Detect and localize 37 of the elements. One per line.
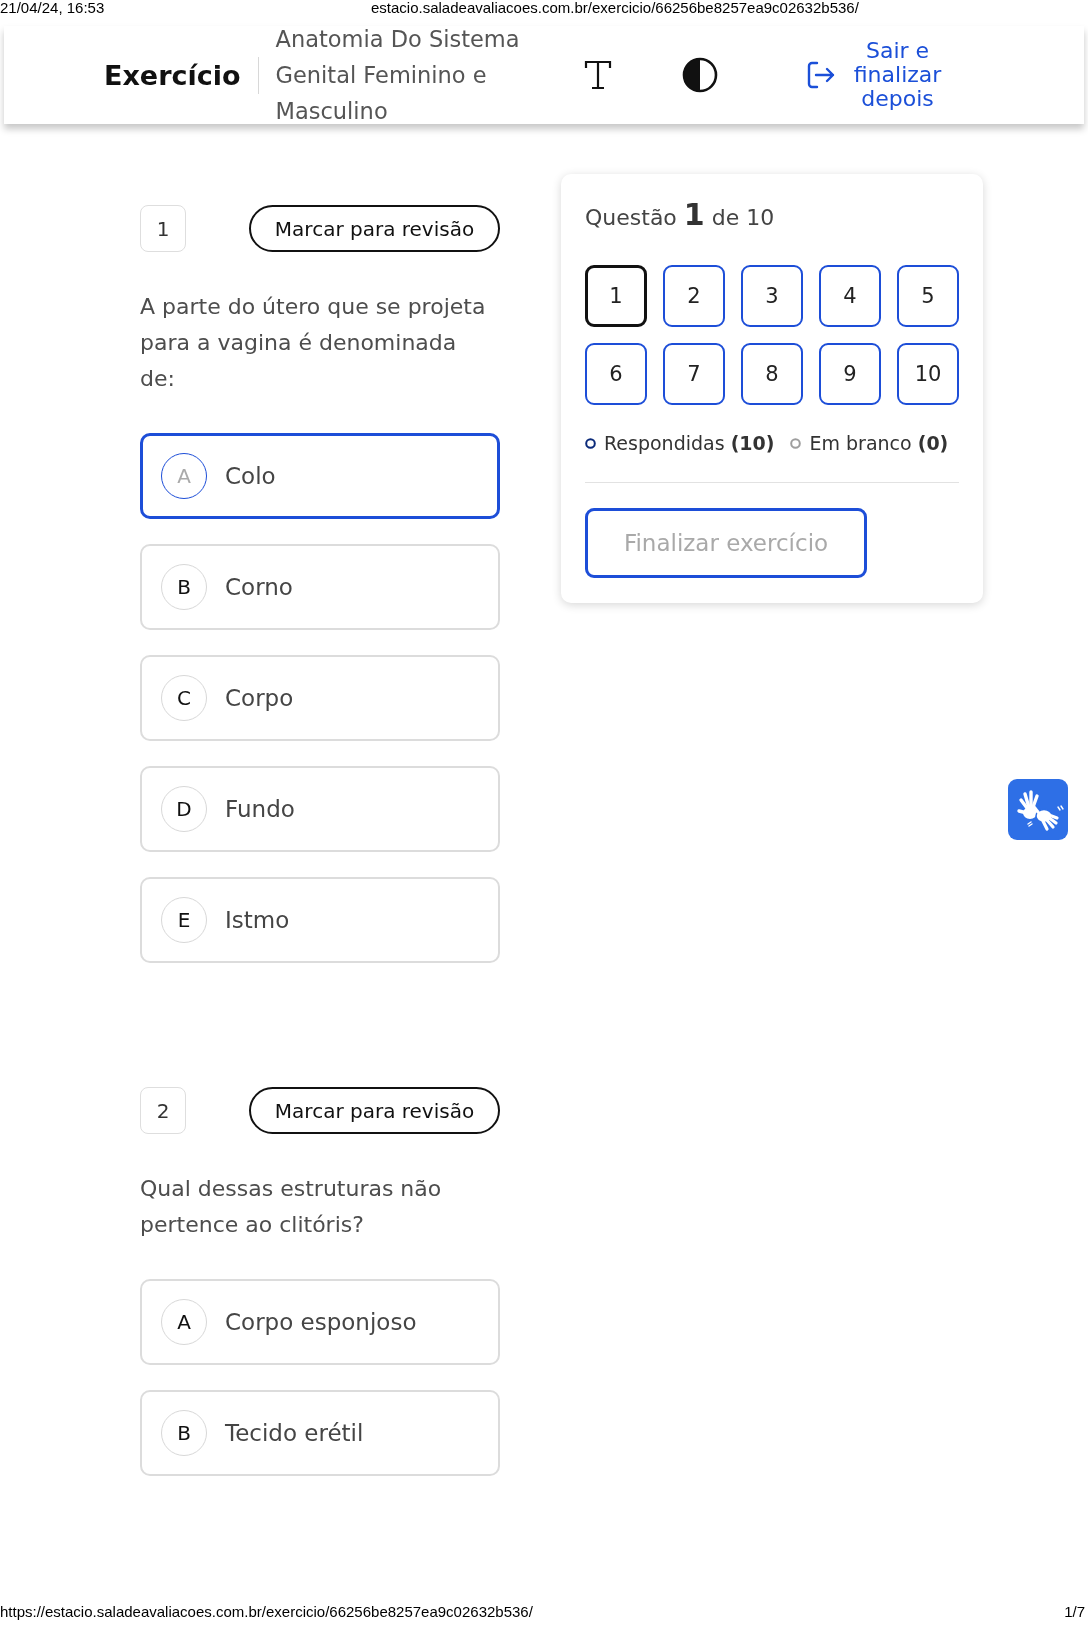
question-nav-button[interactable]: 9	[819, 343, 881, 405]
review-button[interactable]: Marcar para revisão	[249, 1087, 500, 1134]
question-number: 1	[140, 205, 186, 252]
question-nav-button[interactable]: 3	[741, 265, 803, 327]
page-url: https://estacio.saladeavaliacoes.com.br/exercicio/66256be8257ea9c02632b536/	[0, 1603, 533, 1622]
answer-option[interactable]: D Fundo	[140, 766, 500, 852]
answer-option[interactable]: C Corpo	[140, 655, 500, 741]
question-nav-button[interactable]: 10	[897, 343, 959, 405]
answer-option[interactable]: B Corno	[140, 544, 500, 630]
review-button[interactable]: Marcar para revisão	[249, 205, 500, 252]
page-number: 1/7	[1064, 1603, 1085, 1622]
question-nav-button[interactable]: 5	[897, 265, 959, 327]
question-nav-button[interactable]: 6	[585, 343, 647, 405]
exit-icon	[805, 60, 836, 90]
answer-option[interactable]: B Tecido erétil	[140, 1390, 500, 1476]
question-nav-button[interactable]: 4	[819, 265, 881, 327]
answer-option[interactable]: A Corpo esponjoso	[140, 1279, 500, 1365]
text-size-icon[interactable]	[583, 60, 612, 90]
answer-option[interactable]: E Istmo	[140, 877, 500, 963]
question-counter: Questão 1 de 10	[585, 198, 776, 234]
question-number: 2	[140, 1087, 186, 1134]
print-url: estacio.saladeavaliacoes.com.br/exercicio/66256be8257ea9c02632b536/	[371, 0, 859, 18]
print-date: 21/04/24, 16:53	[0, 0, 106, 18]
question-nav-button[interactable]: 1	[585, 265, 647, 327]
question-text: A parte do útero que se projeta para a vagina é denominada de:	[140, 293, 487, 393]
hands-icon[interactable]	[1008, 779, 1068, 840]
legend-label: Respondidas (10)	[604, 431, 775, 456]
page-title: Exercício	[104, 59, 241, 91]
question-text: Qual dessas estruturas não pertence ao clitóris?	[140, 1175, 443, 1239]
legend-label: Em branco (0)	[809, 431, 949, 456]
question-nav-button[interactable]: 8	[741, 343, 803, 405]
contrast-icon[interactable]	[681, 57, 718, 93]
question-nav-button[interactable]: 2	[663, 265, 725, 327]
exercise-title: Anatomia Do Sistema Genital Feminino e Masculino	[275, 25, 521, 126]
exit-button[interactable]: Sair e finalizar depois	[805, 39, 946, 111]
question-nav-button[interactable]: 7	[663, 343, 725, 405]
answer-option[interactable]: A Colo	[140, 433, 500, 519]
